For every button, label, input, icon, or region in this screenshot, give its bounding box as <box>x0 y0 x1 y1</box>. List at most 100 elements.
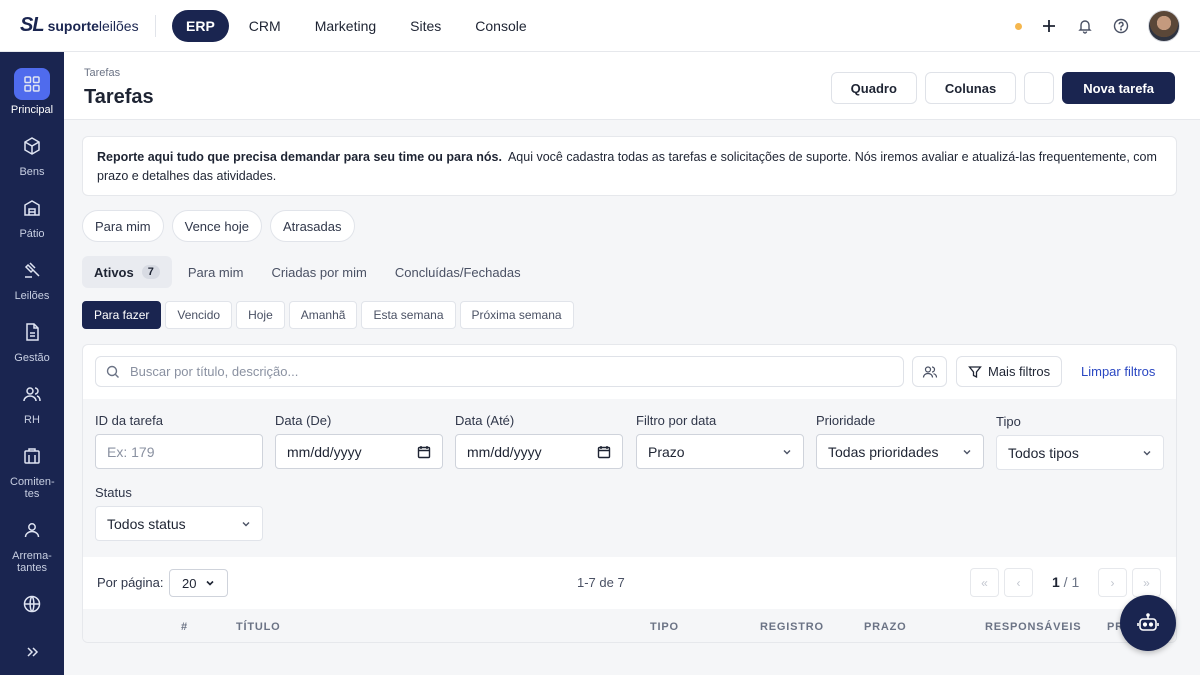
nav-crm[interactable]: CRM <box>235 10 295 42</box>
tasks-panel: Buscar por título, descrição... Mais fil… <box>82 344 1177 643</box>
type-filter: Tipo Todos tipos <box>996 414 1164 470</box>
top-bar: SL suporteleilões ERP CRM Marketing Site… <box>0 0 1200 52</box>
filter-esta-semana[interactable]: Esta semana <box>361 301 456 329</box>
nav-marketing[interactable]: Marketing <box>301 10 390 42</box>
nav-console[interactable]: Console <box>461 10 540 42</box>
last-page-button[interactable]: » <box>1132 568 1161 597</box>
columns-button[interactable]: Colunas <box>924 72 1017 104</box>
clear-filters-link[interactable]: Limpar filtros <box>1081 364 1155 379</box>
sidebar-item-sites[interactable] <box>0 588 64 624</box>
search-input[interactable]: Buscar por título, descrição... <box>95 356 904 387</box>
priority-select[interactable]: Todas prioridades <box>816 434 984 469</box>
tab-ativos[interactable]: Ativos 7 <box>82 256 172 288</box>
help-icon[interactable] <box>1112 17 1130 35</box>
user-icon <box>14 514 50 546</box>
filter-vencido[interactable]: Vencido <box>165 301 233 329</box>
next-page-button[interactable]: › <box>1098 568 1127 597</box>
sidebar-item-label: RH <box>24 414 40 426</box>
task-id-input[interactable]: Ex: 179 <box>95 434 263 469</box>
sidebar-expand[interactable] <box>0 636 64 672</box>
type-value: Todos tipos <box>1008 444 1079 461</box>
calendar-icon[interactable] <box>417 445 431 459</box>
prev-page-button[interactable]: ‹ <box>1004 568 1033 597</box>
filter-para-fazer[interactable]: Para fazer <box>82 301 162 329</box>
date-type-filter: Filtro por data Prazo <box>636 413 804 469</box>
type-label: Tipo <box>996 414 1021 429</box>
col-id[interactable]: # <box>181 621 188 633</box>
task-id-label: ID da tarefa <box>95 413 163 428</box>
col-responsible[interactable]: RESPONSÁVEIS <box>985 621 1081 633</box>
tab-para-mim[interactable]: Para mim <box>176 256 256 288</box>
nav-sites[interactable]: Sites <box>396 10 455 42</box>
avatar[interactable] <box>1148 10 1180 42</box>
date-from-input[interactable]: mm/dd/yyyy <box>275 434 443 469</box>
sidebar-item-comitentes[interactable]: Comiten-tes <box>0 440 64 500</box>
type-select[interactable]: Todos tipos <box>996 435 1164 470</box>
logo-text: suporteleilões <box>47 17 139 34</box>
brand-logo[interactable]: SL suporteleilões <box>20 14 139 37</box>
per-page-label: Por página: <box>97 575 164 590</box>
sidebar-item-bens[interactable]: Bens <box>0 130 64 178</box>
sidebar-item-leiloes[interactable]: Leilões <box>0 254 64 302</box>
bell-icon[interactable] <box>1076 17 1094 35</box>
filter-hoje[interactable]: Hoje <box>236 301 285 329</box>
first-page-button[interactable]: « <box>970 568 999 597</box>
date-to-label: Data (Até) <box>455 413 515 428</box>
tab-concluidas[interactable]: Concluídas/Fechadas <box>383 256 533 288</box>
filters-area: ID da tarefa Ex: 179 Data (De) mm/dd/yyy… <box>83 399 1176 557</box>
nav-erp[interactable]: ERP <box>172 10 229 42</box>
options-button[interactable] <box>1024 72 1055 104</box>
globe-icon <box>14 588 50 620</box>
per-page-value: 20 <box>182 575 197 591</box>
date-to-input[interactable]: mm/dd/yyyy <box>455 434 623 469</box>
col-register[interactable]: REGISTRO <box>760 621 824 633</box>
date-type-select[interactable]: Prazo <box>636 434 804 469</box>
col-deadline[interactable]: PRAZO <box>864 621 907 633</box>
chip-vence-hoje[interactable]: Vence hoje <box>171 210 262 242</box>
top-separator <box>155 15 156 37</box>
sidebar-item-arrematantes[interactable]: Arrema-tantes <box>0 514 64 574</box>
sidebar-item-principal[interactable]: Principal <box>0 68 64 116</box>
calendar-icon[interactable] <box>597 445 611 459</box>
breadcrumb[interactable]: Tarefas <box>84 67 120 79</box>
search-icon <box>106 365 119 378</box>
task-id-filter: ID da tarefa Ex: 179 <box>95 413 263 469</box>
board-button[interactable]: Quadro <box>830 72 917 104</box>
sidebar-item-gestao[interactable]: Gestão <box>0 316 64 364</box>
col-type[interactable]: TIPO <box>650 621 679 633</box>
new-task-button[interactable]: Nova tarefa <box>1062 72 1175 104</box>
period-filters: Para fazer Vencido Hoje Amanhã Esta sema… <box>82 301 574 329</box>
priority-label: Prioridade <box>816 413 876 428</box>
chip-para-mim[interactable]: Para mim <box>82 210 164 242</box>
chevron-down-icon <box>783 449 791 454</box>
col-title[interactable]: TÍTULO <box>236 621 281 633</box>
grid-icon <box>14 68 50 100</box>
search-placeholder: Buscar por título, descrição... <box>130 364 299 379</box>
filter-proxima-semana[interactable]: Próxima semana <box>459 301 574 329</box>
sidebar-item-label: Pátio <box>19 228 45 240</box>
header-actions: Quadro Colunas Nova tarefa <box>830 72 1175 104</box>
table-header: # TÍTULO TIPO REGISTRO PRAZO RESPONSÁVEI… <box>83 609 1176 642</box>
more-filters-button[interactable]: Mais filtros <box>956 356 1063 387</box>
per-page-select[interactable]: 20 <box>169 569 228 597</box>
date-type-label: Filtro por data <box>636 413 717 428</box>
filter-amanha[interactable]: Amanhã <box>288 301 358 329</box>
sidebar-item-patio[interactable]: Pátio <box>0 192 64 240</box>
expand-icon <box>14 636 50 668</box>
chevron-down-icon <box>206 580 214 586</box>
plus-icon[interactable] <box>1040 17 1058 35</box>
chip-atrasadas[interactable]: Atrasadas <box>269 210 355 242</box>
status-select[interactable]: Todos status <box>95 506 263 541</box>
robot-icon <box>1137 613 1159 631</box>
date-from-label: Data (De) <box>275 413 332 428</box>
logo-mark: SL <box>20 14 45 36</box>
assistant-button[interactable] <box>1120 595 1176 651</box>
date-type-value: Prazo <box>648 443 685 460</box>
responsible-filter-button[interactable] <box>912 356 947 387</box>
warehouse-icon <box>14 192 50 224</box>
sidebar: Principal Bens Pátio Leilões Gestão RH C… <box>0 52 64 675</box>
users-icon <box>14 378 50 410</box>
date-to-filter: Data (Até) mm/dd/yyyy <box>455 413 623 469</box>
sidebar-item-rh[interactable]: RH <box>0 378 64 426</box>
tab-criadas-por-mim[interactable]: Criadas por mim <box>259 256 378 288</box>
